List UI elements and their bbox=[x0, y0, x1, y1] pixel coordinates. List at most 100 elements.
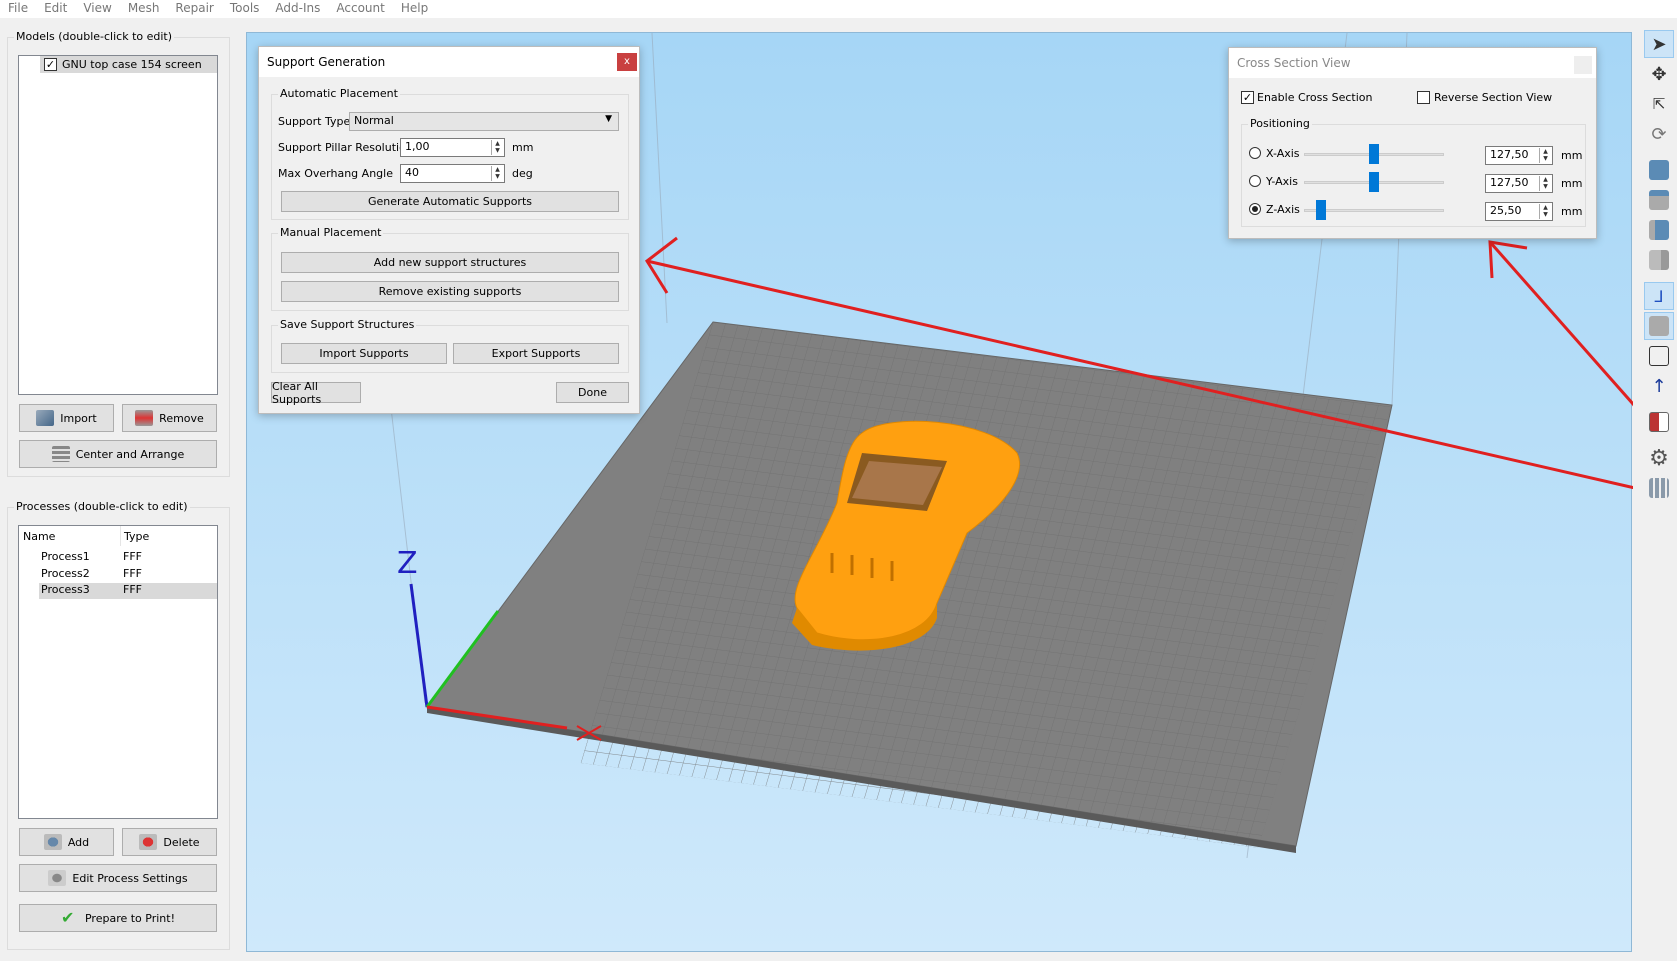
pillar-resolution-input[interactable]: 1,00 ▲ ▼ bbox=[400, 138, 505, 157]
solid-view-icon bbox=[1649, 316, 1669, 336]
axis-label: X-Axis bbox=[1266, 147, 1300, 160]
view-top[interactable] bbox=[1644, 186, 1674, 214]
scale-tool[interactable]: ⇱ bbox=[1644, 90, 1674, 118]
cross-section-icon bbox=[1649, 412, 1669, 432]
settings-tool[interactable]: ⚙ bbox=[1644, 444, 1674, 472]
axis-value: 127,50 bbox=[1490, 148, 1529, 161]
processes-group: Processes (double-click to edit) Name Ty… bbox=[7, 500, 230, 950]
solid-view[interactable] bbox=[1644, 312, 1674, 340]
gears-icon bbox=[48, 870, 67, 886]
menu-help[interactable]: Help bbox=[393, 0, 436, 18]
view-side[interactable] bbox=[1644, 216, 1674, 244]
add-gear-icon bbox=[43, 834, 62, 850]
cross-section-dialog: Cross Section View ✓ Enable Cross Sectio… bbox=[1228, 47, 1597, 239]
slider-thumb[interactable] bbox=[1369, 144, 1379, 164]
spinner[interactable]: ▲ ▼ bbox=[1539, 204, 1551, 219]
processes-table[interactable]: Name Type Process1 FFF Process2 FFF Proces… bbox=[18, 525, 218, 819]
spinner[interactable]: ▲ ▼ bbox=[1539, 148, 1551, 163]
model-item[interactable]: ✓ GNU top case 154 screen bbox=[40, 56, 217, 73]
menu-mesh[interactable]: Mesh bbox=[120, 0, 168, 18]
check-icon: ✔ bbox=[60, 908, 75, 927]
menu-file[interactable]: File bbox=[0, 0, 36, 18]
clear-all-supports-button[interactable]: Clear All Supports bbox=[271, 380, 361, 406]
generate-supports-button[interactable]: Generate Automatic Supports bbox=[281, 191, 619, 212]
dialog-title: Support Generation bbox=[267, 55, 386, 69]
model-label: GNU top case 154 screen bbox=[62, 58, 202, 71]
slider-thumb[interactable] bbox=[1369, 172, 1379, 192]
prepare-label: Prepare to Print! bbox=[84, 911, 175, 925]
rotate-tool[interactable]: ⟳ bbox=[1644, 120, 1674, 148]
move-tool[interactable]: ✥ bbox=[1644, 60, 1674, 88]
axis-radio[interactable] bbox=[1249, 203, 1261, 215]
import-supports-button[interactable]: Import Supports bbox=[281, 343, 447, 364]
unit-mm: mm bbox=[1561, 205, 1583, 218]
menu-view[interactable]: View bbox=[75, 0, 119, 18]
models-list[interactable]: ✓ GNU top case 154 screen bbox=[18, 55, 218, 395]
column-type[interactable]: Type bbox=[124, 530, 149, 543]
remove-button[interactable]: Remove bbox=[122, 404, 217, 432]
add-process-button[interactable]: Add bbox=[19, 828, 114, 856]
view-front[interactable] bbox=[1644, 156, 1674, 184]
spinner[interactable]: ▲ ▼ bbox=[1539, 176, 1551, 191]
edit-process-settings-button[interactable]: Edit Process Settings bbox=[19, 864, 217, 892]
menu-tools[interactable]: Tools bbox=[222, 0, 268, 18]
process-name: Process2 bbox=[41, 567, 90, 580]
slider-thumb[interactable] bbox=[1315, 200, 1326, 220]
view-back[interactable] bbox=[1644, 246, 1674, 274]
plate-grid bbox=[580, 322, 1391, 848]
wireframe-view[interactable] bbox=[1644, 342, 1674, 370]
menu-edit[interactable]: Edit bbox=[36, 0, 75, 18]
table-row[interactable]: Process3 FFF bbox=[39, 583, 217, 599]
menu-addins[interactable]: Add-Ins bbox=[267, 0, 328, 18]
spinner[interactable]: ▲ ▼ bbox=[491, 140, 503, 155]
import-button[interactable]: Import bbox=[19, 404, 114, 432]
remove-supports-button[interactable]: Remove existing supports bbox=[281, 281, 619, 302]
delete-process-button[interactable]: Delete bbox=[122, 828, 217, 856]
axis-value-input[interactable]: 25,50 ▲ ▼ bbox=[1485, 202, 1553, 221]
overhang-angle-input[interactable]: 40 ▲ ▼ bbox=[400, 164, 505, 183]
support-type-select[interactable]: Normal ▼ bbox=[349, 112, 619, 131]
axis-value: 25,50 bbox=[1490, 204, 1522, 217]
cross-section-tool[interactable] bbox=[1644, 408, 1674, 436]
enable-cross-section-checkbox[interactable]: ✓ bbox=[1241, 91, 1254, 104]
prepare-to-print-button[interactable]: ✔ Prepare to Print! bbox=[19, 904, 217, 932]
axis-value: 127,50 bbox=[1490, 176, 1529, 189]
column-name[interactable]: Name bbox=[23, 530, 55, 543]
center-arrange-button[interactable]: Center and Arrange bbox=[19, 440, 217, 468]
axis-radio[interactable] bbox=[1249, 175, 1261, 187]
z-axis-label: Z bbox=[397, 546, 418, 581]
settings-icon: ⚙ bbox=[1649, 445, 1669, 471]
view-back-icon bbox=[1649, 250, 1669, 270]
menu-repair[interactable]: Repair bbox=[167, 0, 221, 18]
axis-radio[interactable] bbox=[1249, 147, 1261, 159]
move-icon: ✥ bbox=[1651, 63, 1667, 85]
spinner[interactable]: ▲ ▼ bbox=[491, 166, 503, 181]
add-supports-button[interactable]: Add new support structures bbox=[281, 252, 619, 273]
close-button[interactable]: x bbox=[617, 53, 637, 71]
automatic-placement-group: Automatic Placement Support Type Normal ▼… bbox=[271, 87, 629, 220]
normals-icon: ↑ bbox=[1651, 375, 1667, 397]
close-button[interactable] bbox=[1574, 56, 1592, 74]
reverse-section-checkbox[interactable] bbox=[1417, 91, 1430, 104]
arrange-icon bbox=[51, 446, 70, 462]
import-label: Import bbox=[60, 411, 97, 425]
z-axis bbox=[409, 583, 429, 708]
axes-toggle[interactable]: ⅃ bbox=[1644, 282, 1674, 310]
done-button[interactable]: Done bbox=[556, 382, 629, 403]
models-title: Models (double-click to edit) bbox=[14, 30, 175, 43]
normals-view[interactable]: ↑ bbox=[1644, 372, 1674, 400]
model-checkbox[interactable]: ✓ bbox=[44, 58, 57, 71]
support-generation-dialog: Support Generation x Automatic Placement… bbox=[258, 46, 640, 414]
select-tool[interactable]: ➤ bbox=[1644, 30, 1674, 58]
export-supports-button[interactable]: Export Supports bbox=[453, 343, 619, 364]
supports-tool[interactable] bbox=[1644, 474, 1674, 502]
table-row[interactable]: Process2 FFF bbox=[41, 567, 217, 583]
edit-label: Edit Process Settings bbox=[72, 871, 188, 885]
pillar-resolution-value: 1,00 bbox=[405, 140, 430, 153]
table-row[interactable]: Process1 FFF bbox=[41, 550, 217, 566]
axis-value-input[interactable]: 127,50 ▲ ▼ bbox=[1485, 174, 1553, 193]
process-name: Process1 bbox=[41, 550, 90, 563]
axis-value-input[interactable]: 127,50 ▲ ▼ bbox=[1485, 146, 1553, 165]
menu-account[interactable]: Account bbox=[328, 0, 392, 18]
chevron-down-icon: ▼ bbox=[605, 114, 612, 124]
